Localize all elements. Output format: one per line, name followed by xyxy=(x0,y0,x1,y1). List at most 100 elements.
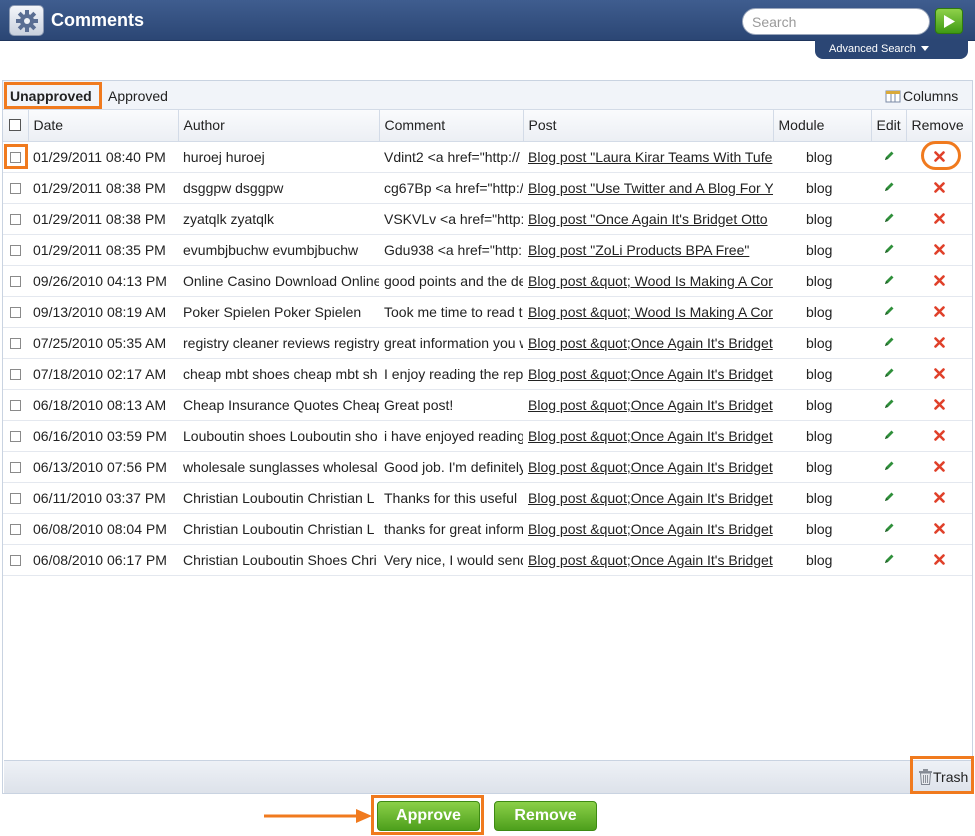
post-link[interactable]: Blog post &quot;Once Again It's Bridget xyxy=(528,490,773,506)
post-link[interactable]: Blog post &quot; Wood Is Making A Cor xyxy=(528,273,773,289)
post-link[interactable]: Blog post &quot; Wood Is Making A Cor xyxy=(528,304,773,320)
cell-author: Louboutin shoes Louboutin sho xyxy=(178,420,379,452)
cell-module: blog xyxy=(773,358,871,390)
red-x-icon[interactable] xyxy=(933,305,945,317)
row-checkbox[interactable] xyxy=(10,213,21,225)
pencil-icon[interactable] xyxy=(883,243,895,255)
row-checkbox[interactable] xyxy=(10,523,21,535)
table-row[interactable]: 01/29/2011 08:40 PM huroej huroej Vdint2 <… xyxy=(3,141,972,173)
row-checkbox[interactable] xyxy=(10,182,21,194)
post-link[interactable]: Blog post "Once Again It's Bridget Otto xyxy=(528,211,768,227)
pencil-icon[interactable] xyxy=(883,553,895,565)
table-row[interactable]: 06/16/2010 03:59 PM Louboutin shoes Loubo… xyxy=(3,420,972,452)
row-checkbox-cell xyxy=(3,544,28,576)
table-row[interactable]: 06/18/2010 08:13 AM Cheap Insurance Quote… xyxy=(3,389,972,421)
column-header-comment[interactable]: Comment xyxy=(379,110,524,142)
table-row[interactable]: 07/18/2010 02:17 AM cheap mbt shoes cheap… xyxy=(3,358,972,390)
row-checkbox[interactable] xyxy=(10,244,21,256)
red-x-icon[interactable] xyxy=(933,460,945,472)
pencil-icon[interactable] xyxy=(883,150,895,162)
table-row[interactable]: 06/08/2010 08:04 PM Christian Louboutin C… xyxy=(3,513,972,545)
pencil-icon[interactable] xyxy=(883,398,895,410)
table-row[interactable]: 01/29/2011 08:38 PM dsggpw dsggpw cg67Bp <… xyxy=(3,172,972,204)
red-x-icon[interactable] xyxy=(933,181,945,193)
select-all-checkbox[interactable] xyxy=(9,119,22,132)
row-checkbox[interactable] xyxy=(10,306,21,318)
red-x-icon[interactable] xyxy=(933,429,945,441)
post-link[interactable]: Blog post &quot;Once Again It's Bridget xyxy=(528,366,773,382)
red-x-icon[interactable] xyxy=(933,553,945,565)
red-x-icon[interactable] xyxy=(933,212,945,224)
tab-approved[interactable]: Approved xyxy=(108,88,168,104)
post-link[interactable]: Blog post &quot;Once Again It's Bridget xyxy=(528,521,773,537)
remove-button[interactable]: Remove xyxy=(494,801,597,831)
red-x-icon[interactable] xyxy=(933,243,945,255)
approve-button[interactable]: Approve xyxy=(377,801,480,831)
advanced-search-toggle[interactable]: Advanced Search xyxy=(815,40,968,59)
cell-comment: great information you w xyxy=(379,327,523,359)
cell-author: zyatqlk zyatqlk xyxy=(178,203,379,235)
table-row[interactable]: 09/13/2010 08:19 AM Poker Spielen Poker S… xyxy=(3,296,972,328)
remove-cell xyxy=(906,172,972,204)
pencil-icon[interactable] xyxy=(883,305,895,317)
row-checkbox[interactable] xyxy=(10,337,21,349)
row-checkbox[interactable] xyxy=(10,430,21,442)
red-x-icon[interactable] xyxy=(933,491,945,503)
table-row[interactable]: 06/08/2010 06:17 PM Christian Louboutin S… xyxy=(3,544,972,576)
column-header-author[interactable]: Author xyxy=(178,110,380,142)
pencil-icon[interactable] xyxy=(883,336,895,348)
row-checkbox[interactable] xyxy=(10,275,21,287)
cell-author: huroej huroej xyxy=(178,141,379,173)
column-header-post[interactable]: Post xyxy=(523,110,774,142)
cell-post: Blog post &quot;Once Again It's Bridget xyxy=(523,482,773,514)
post-link[interactable]: Blog post "Laura Kirar Teams With Tufe xyxy=(528,149,772,165)
table-row[interactable]: 01/29/2011 08:35 PM evumbjbuchw evumbjbuc… xyxy=(3,234,972,266)
edit-cell xyxy=(871,141,906,173)
red-x-icon[interactable] xyxy=(933,522,945,534)
search-input[interactable]: Search xyxy=(742,8,930,35)
row-checkbox[interactable] xyxy=(10,461,21,473)
red-x-icon[interactable] xyxy=(933,398,945,410)
remove-cell xyxy=(906,234,972,266)
red-x-icon[interactable] xyxy=(933,367,945,379)
row-checkbox[interactable] xyxy=(10,554,21,566)
post-link[interactable]: Blog post &quot;Once Again It's Bridget xyxy=(528,552,773,568)
row-checkbox[interactable] xyxy=(10,492,21,504)
row-checkbox-cell xyxy=(3,327,28,359)
pencil-icon[interactable] xyxy=(883,367,895,379)
post-link[interactable]: Blog post "Use Twitter and A Blog For Y xyxy=(528,180,773,196)
cell-author: wholesale sunglasses wholesal xyxy=(178,451,379,483)
pencil-icon[interactable] xyxy=(883,181,895,193)
row-checkbox-cell xyxy=(3,234,28,266)
pencil-icon[interactable] xyxy=(883,460,895,472)
table-row[interactable]: 06/11/2010 03:37 PM Christian Louboutin C… xyxy=(3,482,972,514)
row-checkbox[interactable] xyxy=(10,399,21,411)
post-link[interactable]: Blog post &quot;Once Again It's Bridget xyxy=(528,428,773,444)
search-button[interactable] xyxy=(935,8,963,34)
pencil-icon[interactable] xyxy=(883,429,895,441)
table-row[interactable]: 01/29/2011 08:38 PM zyatqlk zyatqlk VSKVLv… xyxy=(3,203,972,235)
pencil-icon[interactable] xyxy=(883,491,895,503)
cell-post: Blog post "Once Again It's Bridget Otto xyxy=(523,203,773,235)
row-checkbox-cell xyxy=(3,203,28,235)
row-checkbox[interactable] xyxy=(10,368,21,380)
column-header-module[interactable]: Module xyxy=(773,110,872,142)
table-row[interactable]: 07/25/2010 05:35 AM registry cleaner revi… xyxy=(3,327,972,359)
pencil-icon[interactable] xyxy=(883,274,895,286)
pencil-icon[interactable] xyxy=(883,522,895,534)
cell-comment: Good job. I'm definitely xyxy=(379,451,523,483)
post-link[interactable]: Blog post "ZoLi Products BPA Free" xyxy=(528,242,749,258)
column-header-date[interactable]: Date xyxy=(28,110,179,142)
red-x-icon[interactable] xyxy=(933,274,945,286)
pencil-icon[interactable] xyxy=(883,212,895,224)
table-row[interactable]: 09/26/2010 04:13 PM Online Casino Downloa… xyxy=(3,265,972,297)
post-link[interactable]: Blog post &quot;Once Again It's Bridget xyxy=(528,397,773,413)
cell-author: Online Casino Download Online xyxy=(178,265,379,297)
columns-button[interactable]: Columns xyxy=(885,88,958,104)
table-row[interactable]: 06/13/2010 07:56 PM wholesale sunglasses … xyxy=(3,451,972,483)
highlight-row-checkbox xyxy=(4,144,28,169)
red-x-icon[interactable] xyxy=(933,336,945,348)
post-link[interactable]: Blog post &quot;Once Again It's Bridget xyxy=(528,335,773,351)
post-link[interactable]: Blog post &quot;Once Again It's Bridget xyxy=(528,459,773,475)
row-checkbox-cell xyxy=(3,482,28,514)
